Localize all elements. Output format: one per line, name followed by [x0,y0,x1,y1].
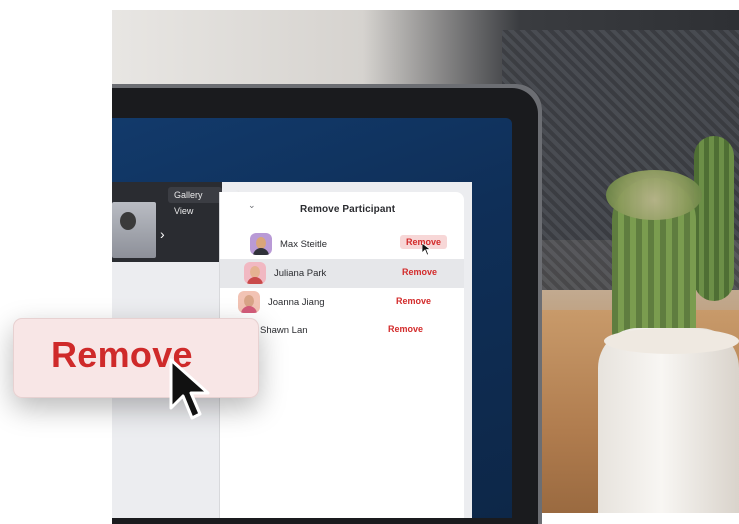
headphones-person [120,212,136,230]
remove-button[interactable]: Remove [396,296,431,306]
panel-title: Remove Participant [300,204,396,215]
participant-name: Joanna Jiang [268,297,325,308]
gallery-view-button[interactable]: Gallery View [168,187,222,216]
avatar [238,291,260,313]
plant-pot-rim [604,328,739,354]
participant-name: Juliana Park [274,268,327,279]
avatar [250,233,272,255]
cactus-spines-decoration [606,170,702,220]
participant-row[interactable]: Joanna Jiang Remove [220,288,464,317]
remove-button[interactable]: Remove [388,324,423,334]
remove-callout-button[interactable]: Remove [13,318,259,398]
chevron-down-icon[interactable]: ⌄ [248,200,258,210]
participant-name: Max Steitle [280,239,327,250]
cactus-arm-decoration [694,136,734,301]
remove-button[interactable]: Remove [402,267,437,277]
participant-row[interactable]: Max Steitle Remove [220,230,464,259]
participant-name: Shawn Lan [260,325,308,336]
video-strip: › Gallery View ⤢ [112,182,239,262]
participant-row[interactable]: Juliana Park Remove [220,259,464,288]
avatar [244,262,266,284]
participant-video-thumbnail[interactable] [112,202,156,258]
cursor-arrow-icon [422,243,432,255]
plant-pot [598,328,739,513]
panel-header: ⌄ Remove Participant [220,192,464,226]
cursor-arrow-icon [169,358,210,420]
chevron-right-icon[interactable]: › [160,226,165,242]
